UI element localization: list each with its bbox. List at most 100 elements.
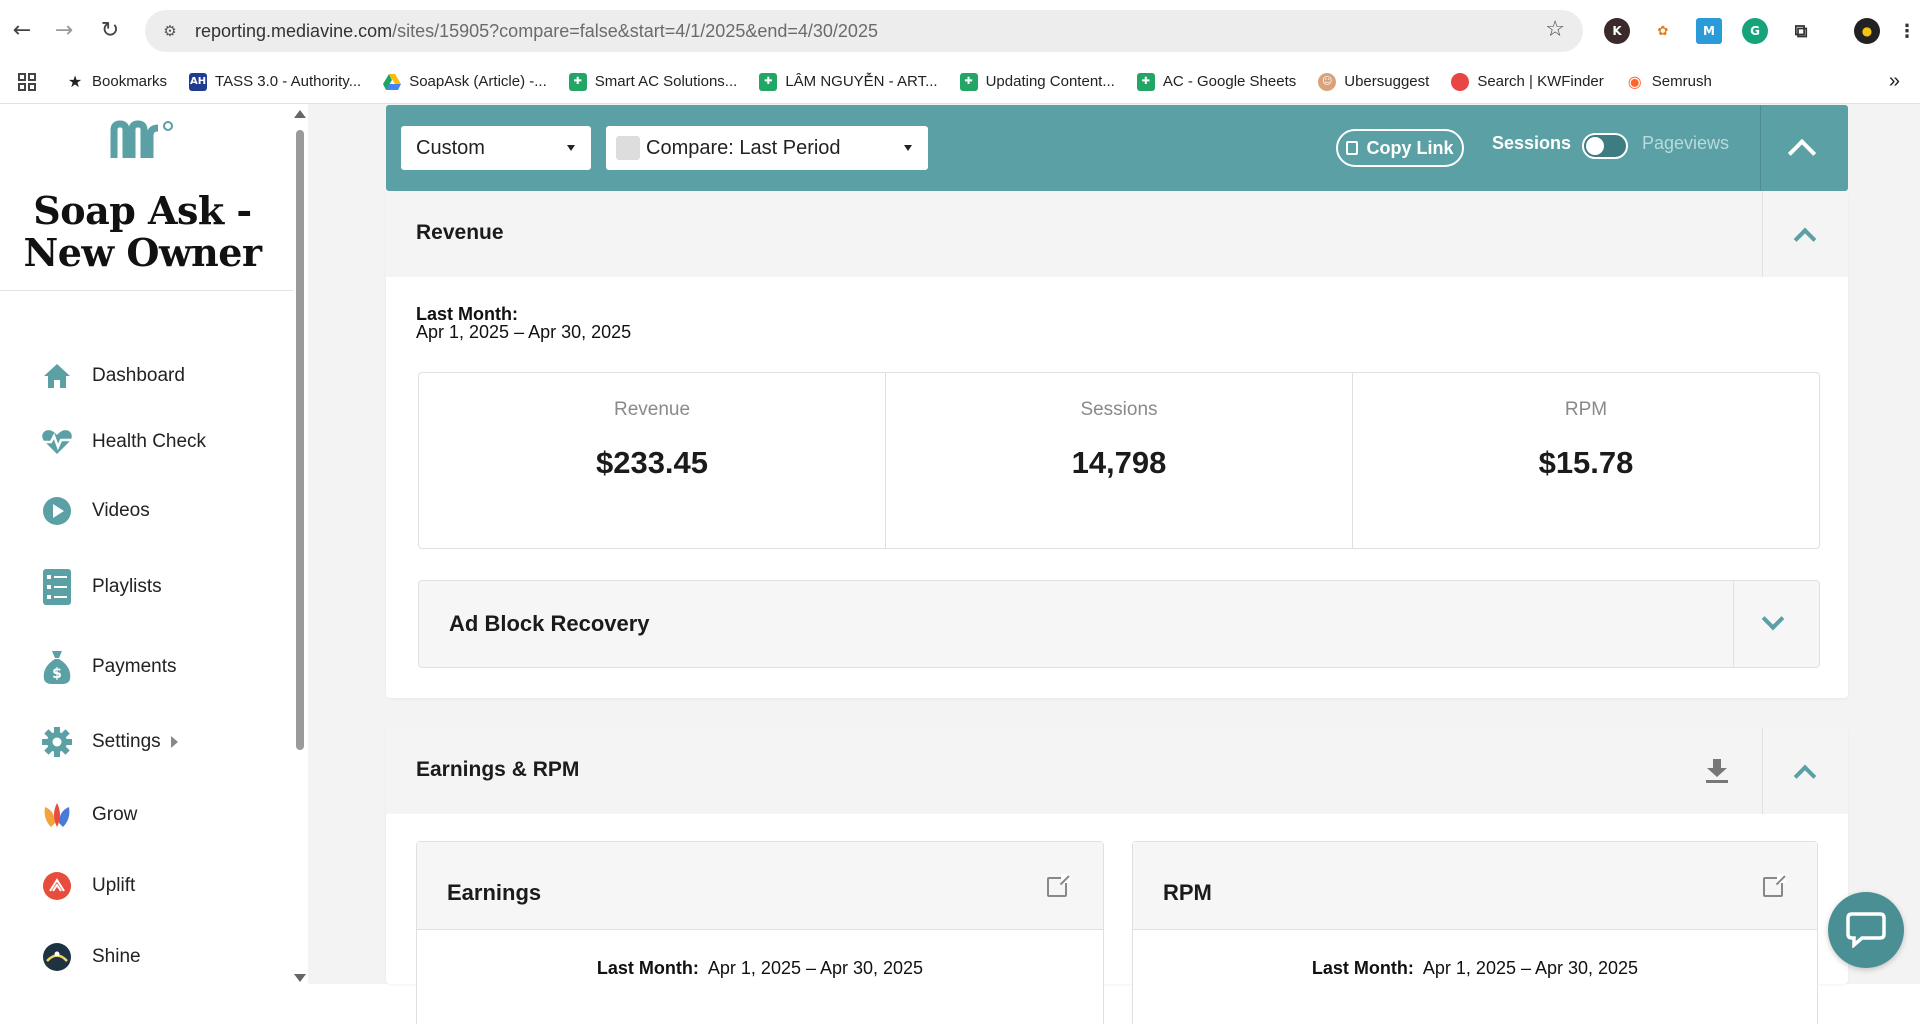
site-title: Soap Ask - New Owner [23,188,263,275]
sidebar-item-grow[interactable]: Grow [40,795,137,835]
ubersuggest-icon: ☺ [1318,72,1337,91]
collapse-toolbar-button[interactable] [1762,105,1848,191]
profile-avatar[interactable]: ● [1854,18,1880,44]
date-range-select[interactable]: Custom [401,126,591,170]
bookmark-item[interactable]: ✚ LÂM NGUYỄN - ART... [753,67,943,97]
forward-icon[interactable]: → [48,14,80,46]
extension-grammarly-icon[interactable]: G [1742,18,1768,44]
open-external-icon[interactable] [1047,874,1070,897]
bookmark-item[interactable]: ☺ Ubersuggest [1312,67,1435,97]
google-drive-icon [383,73,402,91]
collapse-earnings-button[interactable] [1763,728,1848,814]
toggle-label-sessions: Sessions [1492,133,1572,153]
metric-rpm: RPM $15.78 [1353,373,1819,548]
bookmark-item[interactable]: AH TASS 3.0 - Authority... [183,67,367,97]
google-sheets-icon: ✚ [1136,72,1155,91]
sidebar-item-shine[interactable]: Shine [40,937,141,977]
sidebar-scrollbar[interactable] [292,108,306,984]
bookmark-star-icon[interactable]: ☆ [1545,17,1565,42]
extension-m-icon[interactable]: M [1696,18,1722,44]
sidebar-item-payments[interactable]: $ Payments [40,647,176,687]
rpm-subcard-header: RPM [1133,842,1817,930]
compare-select[interactable]: Compare: Last Period [606,126,928,170]
bookmark-item[interactable]: SoapAsk (Article) -... [377,67,553,97]
sidebar-item-label: Payments [92,656,177,677]
shine-icon [40,940,74,974]
earnings-subcard: Earnings Last Month: Apr 1, 2025 – Apr 3… [416,841,1104,1024]
sidebar-item-videos[interactable]: Videos [40,491,150,531]
more-bookmarks-icon[interactable]: » [1883,67,1906,97]
date-range-value: Custom [416,136,485,159]
chevron-up-icon [1793,227,1817,251]
bookmark-item[interactable]: ◉ Semrush [1620,67,1718,97]
svg-text:$: $ [52,666,62,682]
collapse-revenue-button[interactable] [1763,191,1848,277]
sidebar-item-label: Uplift [92,875,136,896]
sessions-pageviews-toggle[interactable] [1582,133,1628,159]
money-bag-icon: $ [40,650,74,684]
metric-value: 14,798 [1071,445,1167,480]
bookmark-item[interactable]: ✚ AC - Google Sheets [1131,67,1302,97]
copy-link-button[interactable]: Copy Link [1336,129,1464,167]
sidebar-item-label: Settings [92,731,161,752]
toolbar-divider [1760,105,1761,191]
earnings-rpm-card: Earnings & RPM Earnings Last Month: Apr … [386,728,1848,1024]
sidebar-divider [0,290,293,291]
metric-sessions: Sessions 14,798 [886,373,1353,548]
bookmark-item[interactable]: ★ Bookmarks [60,67,173,97]
copy-icon [1346,141,1359,155]
sidebar-item-uplift[interactable]: Uplift [40,866,135,906]
open-external-icon[interactable] [1763,874,1786,897]
chat-support-button[interactable] [1828,892,1904,968]
google-sheets-icon: ✚ [959,72,978,91]
browser-menu-icon[interactable]: ⋮ [1898,18,1916,44]
chevron-up-icon [1787,138,1817,168]
download-icon[interactable] [1706,759,1728,783]
site-info-icon[interactable]: ⚙ [157,18,183,44]
compare-checkbox[interactable] [616,136,640,160]
ad-block-recovery-panel[interactable]: Ad Block Recovery [418,580,1820,668]
address-bar[interactable]: ⚙ reporting.mediavine.com/sites/15905?co… [145,10,1583,52]
sidebar-item-label: Grow [92,804,138,825]
metric-revenue: Revenue $233.45 [419,373,886,548]
bookmark-item[interactable]: ✚ Updating Content... [954,67,1121,97]
panel-divider [1733,581,1734,667]
home-icon [40,359,74,393]
earnings-card-header: Earnings & RPM [386,728,1848,814]
playlist-icon [40,569,74,605]
ah-icon: AH [189,72,208,91]
bookmarks-bar: ★ Bookmarks AH TASS 3.0 - Authority... Soa… [0,60,1920,104]
sidebar-item-dashboard[interactable]: Dashboard [40,356,185,396]
apps-grid-icon[interactable] [12,67,42,97]
chevron-down-icon[interactable] [1761,607,1785,631]
extension-k-icon[interactable]: K [1604,18,1630,44]
period-range: Apr 1, 2025 – Apr 30, 2025 [416,322,632,342]
metric-value: $233.45 [595,445,709,480]
sidebar-item-health-check[interactable]: Health Check [40,422,206,462]
back-icon[interactable]: ← [6,14,38,46]
sidebar-item-playlists[interactable]: Playlists [40,567,162,607]
sidebar-item-label: Playlists [92,576,162,597]
bookmark-item[interactable]: Search | KWFinder [1445,67,1609,97]
url-text: reporting.mediavine.com/sites/15905?comp… [195,20,878,41]
sidebar-item-settings[interactable]: Settings [40,722,178,762]
play-icon [40,494,74,528]
report-toolbar: Custom Compare: Last Period Copy Link Se… [386,105,1848,191]
bookmark-item[interactable]: ✚ Smart AC Solutions... [563,67,744,97]
metric-value: $15.78 [1538,445,1634,480]
toggle-label-pageviews: Pageviews [1642,133,1730,153]
extension-seo-icon[interactable]: ✿ [1650,18,1676,44]
star-icon: ★ [67,72,83,91]
scroll-up-icon[interactable] [294,110,306,118]
rpm-subcard: RPM Last Month: Apr 1, 2025 – Apr 30, 20… [1132,841,1818,1024]
scroll-down-icon[interactable] [294,974,306,982]
reload-icon[interactable]: ↻ [94,14,126,46]
extensions-puzzle-icon[interactable]: ⧉ [1788,18,1814,44]
scroll-thumb[interactable] [296,130,304,750]
chat-icon [1846,912,1886,948]
mediavine-logo [110,120,173,158]
caret-down-icon [904,145,912,151]
metric-label: RPM [1564,399,1608,420]
gear-icon [40,725,74,759]
toggle-knob [1586,137,1604,155]
